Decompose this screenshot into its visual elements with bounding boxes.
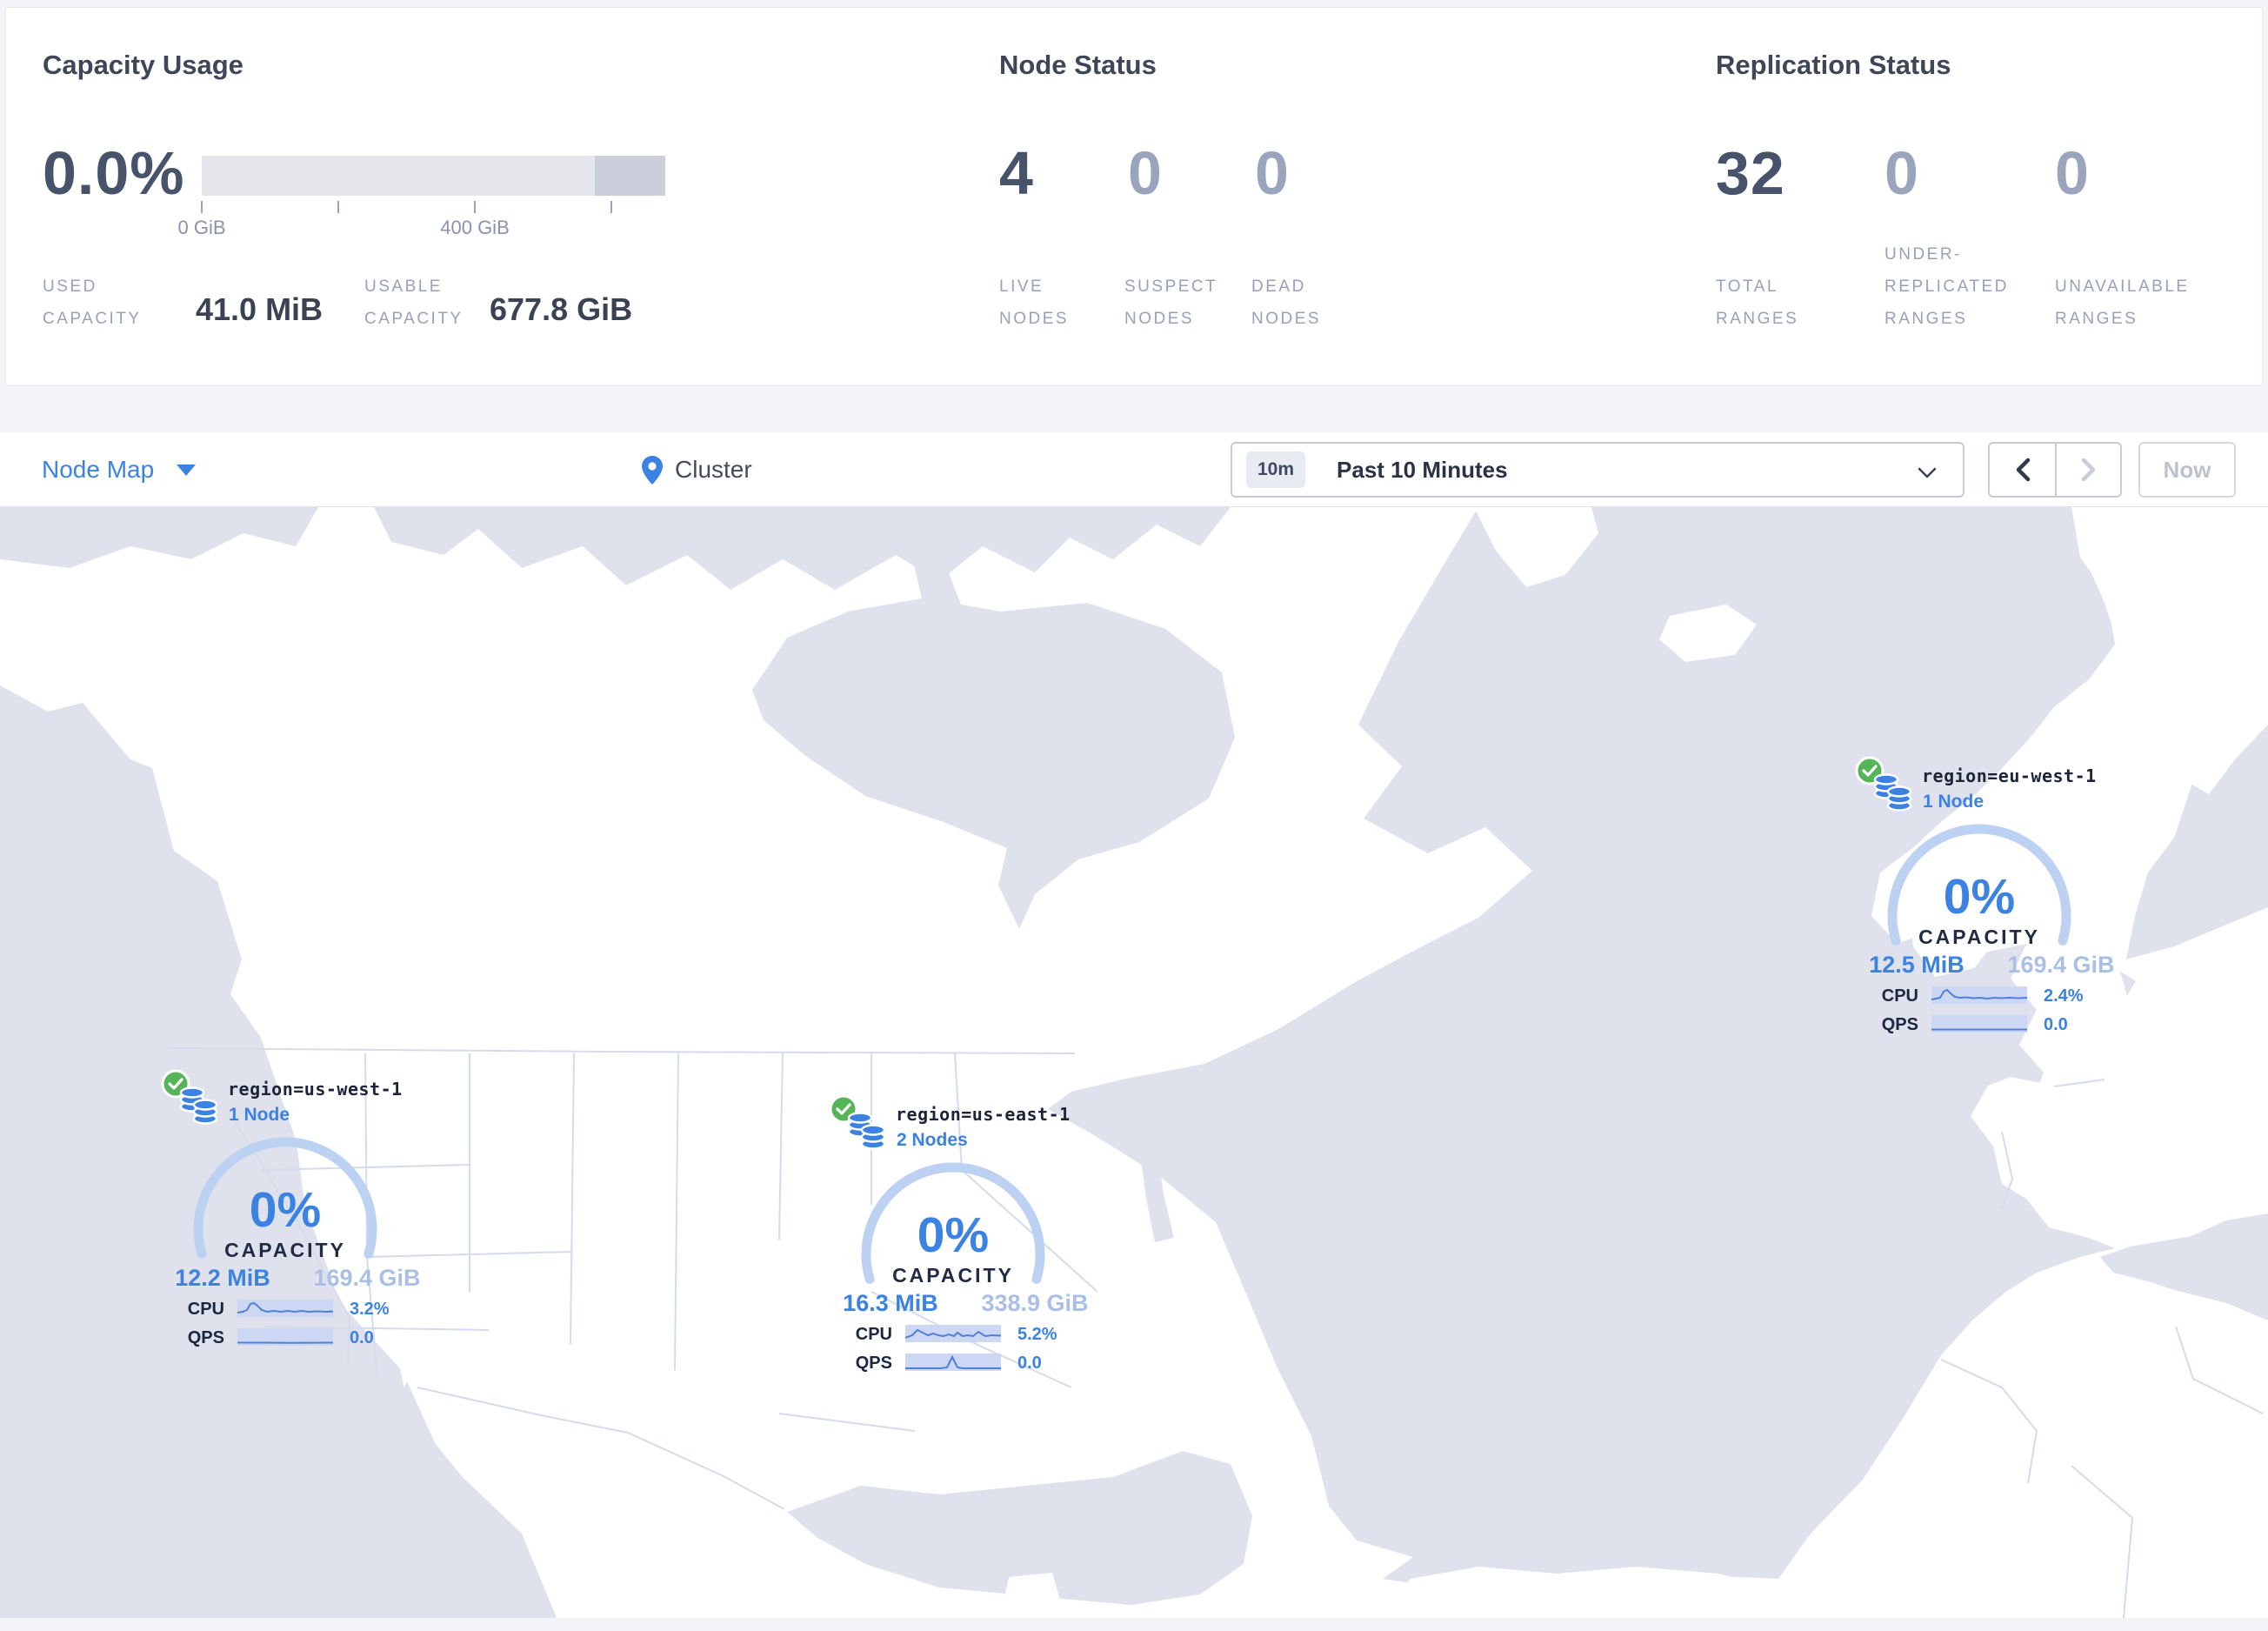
suspect-nodes-count: 0 xyxy=(1128,139,1163,207)
time-window-dropdown[interactable]: 10m Past 10 Minutes xyxy=(1231,442,1964,498)
gauge-tick xyxy=(474,201,476,213)
suspect-nodes-label: SUSPECT NODES xyxy=(1124,277,1218,328)
usable-capacity-label: USABLE CAPACITY xyxy=(364,277,464,328)
gauge-tick-label-0: 0 GiB xyxy=(177,217,226,238)
locality-region-label: region=eu-west-1 xyxy=(1922,765,2097,786)
caret-down-icon xyxy=(177,464,197,476)
node-map: region=us-west-1 1 Node 0% CAPACITY 12.2… xyxy=(0,507,2268,1618)
locality-total-capacity: 338.9 GiB xyxy=(981,1290,1089,1316)
locality-marker-eu-west-1[interactable]: region=eu-west-1 1 Node 0% CAPACITY 12.5… xyxy=(1851,753,2150,1044)
cluster-overview-panel: Capacity Usage 0.0% 0 GiB 400 GiB USED C… xyxy=(5,7,2263,386)
ocean-shape xyxy=(2100,1213,2268,1320)
gauge-tick xyxy=(337,201,339,213)
world-map xyxy=(0,507,2268,1618)
dead-nodes-count: 0 xyxy=(1255,139,1290,207)
qps-sparkline xyxy=(905,1354,1001,1371)
time-step-controls xyxy=(1988,442,2122,498)
chevron-left-icon xyxy=(2016,458,2030,482)
location-pin-icon xyxy=(642,455,663,485)
cpu-sparkline xyxy=(905,1325,1001,1342)
chevron-right-icon xyxy=(2081,458,2095,482)
locality-used-capacity: 16.3 MiB xyxy=(843,1290,938,1316)
time-forward-button[interactable] xyxy=(2055,444,2120,496)
now-button[interactable]: Now xyxy=(2138,442,2236,498)
unavailable-ranges-label: UNAVAILABLE RANGES xyxy=(2055,277,2190,328)
dead-nodes-label: DEAD NODES xyxy=(1251,277,1322,328)
capacity-gauge-reserved-segment xyxy=(595,156,665,196)
cpu-label: CPU xyxy=(1881,986,1918,1006)
locality-node-count: 1 Node xyxy=(229,1105,290,1125)
cpu-sparkline xyxy=(1931,986,2027,1004)
node-status-title: Node Status xyxy=(999,50,1157,80)
gauge-tick xyxy=(610,201,612,213)
locality-total-capacity: 169.4 GiB xyxy=(313,1265,421,1291)
locality-region-label: region=us-east-1 xyxy=(896,1104,1071,1125)
view-selector-label: Node Map xyxy=(42,456,155,483)
live-nodes-count: 4 xyxy=(999,139,1034,207)
under-replicated-label: UNDER- REPLICATED RANGES xyxy=(1884,245,2009,328)
chevron-down-icon xyxy=(1918,467,1937,478)
replication-status-title: Replication Status xyxy=(1716,50,1951,80)
qps-value: 0.0 xyxy=(350,1328,374,1347)
used-capacity-value: 41.0 MiB xyxy=(196,291,324,327)
qps-label: QPS xyxy=(187,1328,224,1347)
map-toolbar: Node Map Cluster 10m Past 10 Minutes Now xyxy=(0,432,2268,507)
qps-sparkline xyxy=(237,1328,333,1346)
locality-used-capacity: 12.5 MiB xyxy=(1869,952,1964,978)
gauge-tick-label-400: 400 GiB xyxy=(440,217,510,238)
usable-capacity-value: 677.8 GiB xyxy=(490,291,633,327)
database-stack-icon xyxy=(179,1086,218,1125)
capacity-label: CAPACITY xyxy=(892,1264,1014,1287)
time-window-badge: 10m xyxy=(1246,451,1306,488)
ocean-shape xyxy=(0,507,318,568)
view-selector-dropdown[interactable]: Node Map xyxy=(42,432,197,507)
breadcrumb-label: Cluster xyxy=(675,456,752,483)
database-stack-icon xyxy=(847,1112,886,1150)
capacity-gauge-bar xyxy=(202,156,665,196)
breadcrumb[interactable]: Cluster xyxy=(642,432,752,507)
qps-value: 0.0 xyxy=(2044,1015,2068,1034)
now-button-label: Now xyxy=(2163,456,2211,483)
locality-marker-us-east-1[interactable]: region=us-east-1 2 Nodes 0% CAPACITY 16.… xyxy=(824,1092,1124,1382)
total-ranges-label: TOTAL RANGES xyxy=(1716,277,1799,328)
qps-label: QPS xyxy=(1881,1015,1918,1034)
qps-sparkline xyxy=(1931,1015,2027,1033)
capacity-percent: 0.0% xyxy=(43,139,185,207)
locality-capacity-percent: 0% xyxy=(249,1182,322,1238)
database-stack-icon xyxy=(1873,773,1912,812)
cpu-label: CPU xyxy=(187,1300,224,1319)
cpu-label: CPU xyxy=(855,1325,892,1344)
locality-capacity-percent: 0% xyxy=(917,1207,990,1263)
cpu-value: 5.2% xyxy=(1017,1325,1057,1344)
cpu-value: 2.4% xyxy=(2044,986,2084,1006)
capacity-label: CAPACITY xyxy=(224,1239,346,1261)
locality-node-count: 2 Nodes xyxy=(897,1130,968,1150)
ocean-shape xyxy=(374,507,1231,590)
qps-label: QPS xyxy=(855,1354,892,1373)
locality-capacity-percent: 0% xyxy=(1943,869,2016,925)
locality-used-capacity: 12.2 MiB xyxy=(175,1265,270,1291)
capacity-label: CAPACITY xyxy=(1918,926,2040,948)
cpu-sparkline xyxy=(237,1300,333,1317)
time-back-button[interactable] xyxy=(1990,444,2055,496)
qps-value: 0.0 xyxy=(1017,1354,1042,1373)
total-ranges-count: 32 xyxy=(1716,139,1785,207)
cpu-value: 3.2% xyxy=(350,1300,390,1319)
under-replicated-count: 0 xyxy=(1884,139,1919,207)
capacity-usage-title: Capacity Usage xyxy=(43,50,243,80)
time-window-label: Past 10 Minutes xyxy=(1337,456,1508,483)
locality-total-capacity: 169.4 GiB xyxy=(2007,952,2115,978)
locality-node-count: 1 Node xyxy=(1923,792,1984,812)
gauge-tick xyxy=(201,201,203,213)
locality-region-label: region=us-west-1 xyxy=(228,1079,403,1100)
unavailable-ranges-count: 0 xyxy=(2055,139,2090,207)
live-nodes-label: LIVE NODES xyxy=(999,277,1070,328)
locality-marker-us-west-1[interactable]: region=us-west-1 1 Node 0% CAPACITY 12.2… xyxy=(157,1066,456,1357)
used-capacity-label: USED CAPACITY xyxy=(43,277,142,328)
